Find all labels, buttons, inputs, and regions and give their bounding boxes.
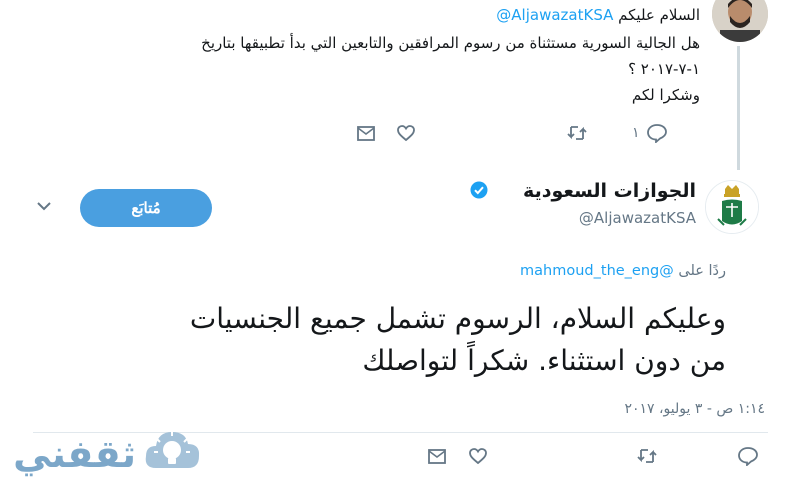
jawazat-emblem-icon [706, 181, 758, 233]
dm-button[interactable] [357, 126, 375, 141]
following-button[interactable]: مُتابَع [80, 189, 212, 227]
main-author-avatar[interactable] [705, 180, 759, 234]
replying-to-label: ردًا على [678, 263, 726, 279]
retweet-button[interactable] [636, 447, 658, 465]
chevron-down-icon [37, 202, 51, 211]
like-button[interactable] [468, 447, 488, 465]
heart-icon [397, 125, 415, 142]
retweet-icon [567, 126, 587, 140]
parent-author-avatar[interactable] [712, 0, 768, 42]
avatar-photo-icon [712, 0, 768, 42]
more-options-button[interactable] [34, 196, 54, 216]
thread-connector-line [737, 46, 740, 170]
author-display-name[interactable]: الجوازات السعودية [523, 180, 696, 202]
author-handle[interactable]: @AljawazatKSA [579, 209, 696, 227]
greeting-text: السلام عليكم [618, 6, 700, 24]
reply-count: ١ [632, 125, 640, 141]
dm-button[interactable] [428, 449, 446, 464]
retweet-icon [637, 449, 657, 463]
parent-tweet-first-line: @AljawazatKSA السلام عليكم [496, 6, 700, 24]
site-watermark-logo: ثقفني [8, 420, 208, 490]
parent-tweet-line: وشكرا لكم [631, 86, 700, 104]
tweet-timestamp[interactable]: ١:١٤ ص - ٣ يوليو، ٢٠١٧ [625, 401, 766, 417]
tweet-text-line: من دون استثناء. شكراً لتواصلك [362, 344, 726, 377]
watermark-text: ثقفني [13, 432, 136, 476]
replying-to-line: ردًا على @mahmoud_the_eng [520, 263, 726, 279]
parent-tweet-line: هل الجالية السورية مستثناة من رسوم المرا… [201, 34, 700, 52]
verified-badge-icon [470, 181, 488, 199]
replying-to-handle[interactable]: @mahmoud_the_eng [520, 263, 674, 279]
envelope-icon [357, 126, 375, 141]
bulb-cloud-icon [142, 424, 202, 482]
verified-badge [470, 181, 488, 199]
mention-link[interactable]: @AljawazatKSA [496, 6, 613, 24]
retweet-button[interactable] [566, 124, 588, 142]
reply-button[interactable] [737, 446, 759, 466]
reply-icon [738, 447, 758, 466]
reply-icon [647, 124, 667, 143]
tweet-text-line: وعليكم السلام، الرسوم تشمل جميع الجنسيات [189, 302, 726, 335]
envelope-icon [428, 449, 446, 464]
like-button[interactable] [396, 124, 416, 142]
parent-tweet-line: ١-٧-٢٠١٧ ؟ [628, 60, 700, 78]
reply-button[interactable]: ١ [632, 123, 667, 143]
heart-icon [469, 448, 487, 465]
